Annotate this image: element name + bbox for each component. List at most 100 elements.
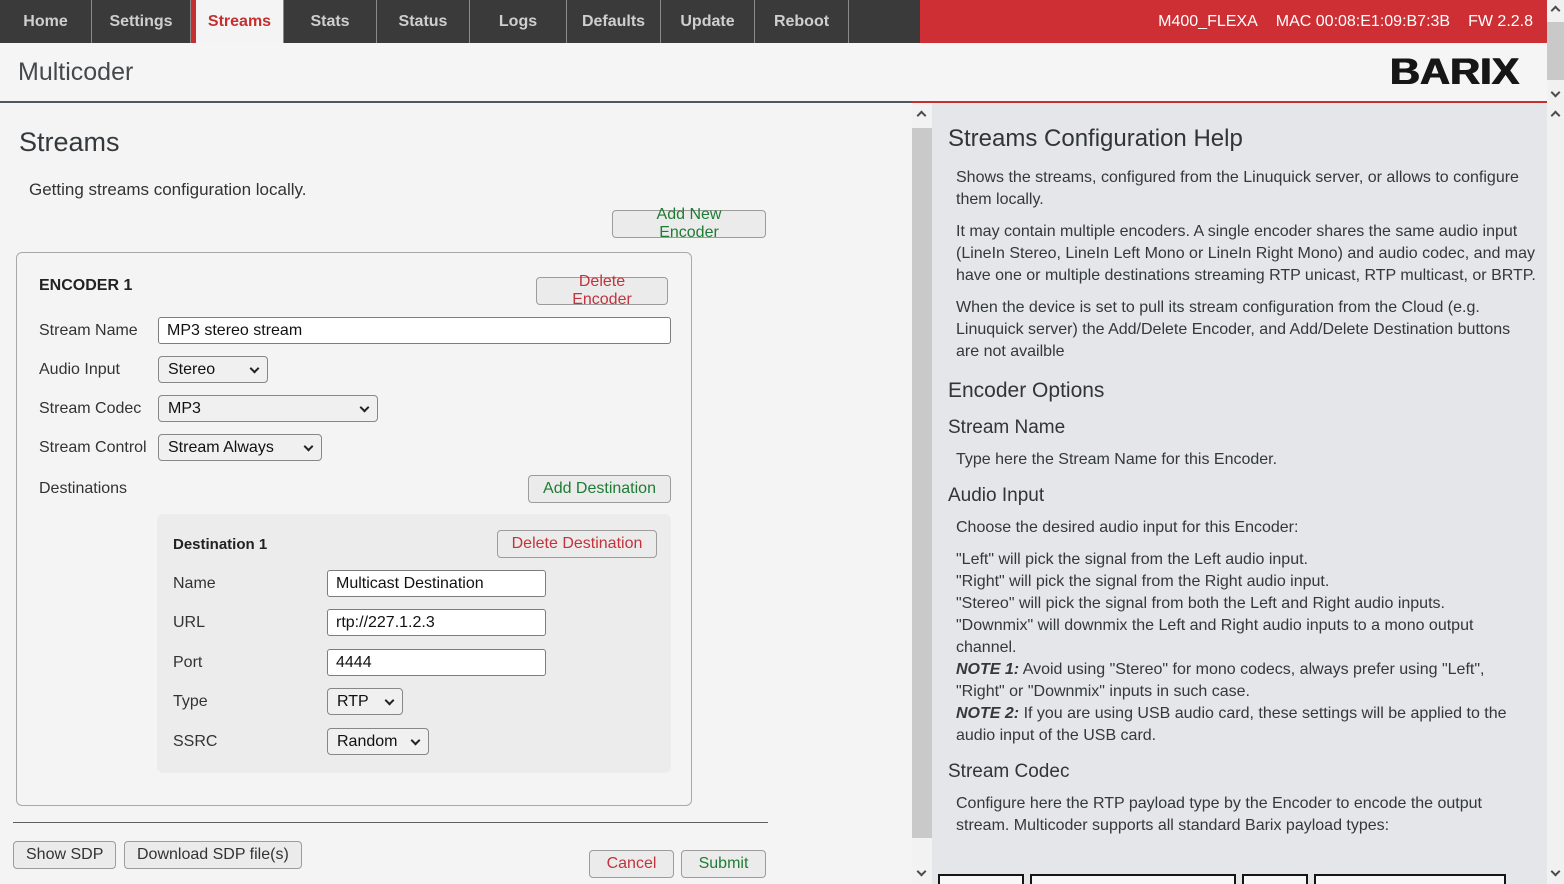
stream-codec-label: Stream Codec [39, 395, 141, 422]
destination-ssrc-value: Random [337, 733, 412, 751]
table-cell [1242, 874, 1308, 884]
show-sdp-button[interactable]: Show SDP [13, 841, 116, 869]
device-mac: MAC 00:08:E1:09:B7:3B [1276, 13, 1450, 31]
help-note-1: NOTE 1: Avoid using "Stereo" for mono co… [956, 659, 1537, 703]
help-encoder-options-heading: Encoder Options [948, 379, 1537, 403]
submit-button[interactable]: Submit [681, 850, 766, 878]
window-scrollbar-top[interactable] [1547, 0, 1564, 103]
section-title: Streams [19, 127, 120, 158]
help-audio-input-heading: Audio Input [948, 485, 1537, 507]
table-cell [938, 874, 1024, 884]
help-scrollbar[interactable] [912, 103, 932, 884]
destination-port-input[interactable] [327, 649, 546, 676]
window-scrollbar-bottom[interactable] [1547, 103, 1564, 884]
scroll-up-icon[interactable] [1551, 111, 1561, 121]
help-line: "Left" will pick the signal from the Lef… [956, 549, 1537, 571]
download-sdp-button[interactable]: Download SDP file(s) [124, 841, 302, 869]
delete-encoder-button[interactable]: Delete Encoder [536, 277, 668, 305]
device-firmware: FW 2.2.8 [1468, 13, 1533, 31]
chevron-down-icon [250, 363, 260, 373]
note-text: If you are using USB audio card, these s… [956, 705, 1507, 744]
destination-title: Destination 1 [173, 536, 267, 553]
destination-panel: Destination 1 Delete Destination Name UR… [157, 514, 671, 773]
nav-tab-reboot[interactable]: Reboot [755, 0, 849, 43]
barix-logo: BARIX [1390, 51, 1519, 92]
destination-type-label: Type [173, 688, 208, 715]
cancel-button[interactable]: Cancel [589, 850, 674, 878]
help-paragraph: Type here the Stream Name for this Encod… [956, 449, 1537, 471]
help-note-2: NOTE 2: If you are using USB audio card,… [956, 703, 1537, 747]
help-paragraph: Configure here the RTP payload type by t… [956, 793, 1537, 837]
destination-name-label: Name [173, 570, 216, 597]
encoder-title: ENCODER 1 [39, 277, 132, 295]
help-stream-name-heading: Stream Name [948, 417, 1537, 439]
scroll-up-icon[interactable] [1551, 6, 1561, 16]
add-destination-button[interactable]: Add Destination [528, 475, 671, 503]
audio-input-label: Audio Input [39, 356, 120, 383]
help-scrollbar-thumb[interactable] [912, 128, 932, 838]
stream-name-label: Stream Name [39, 317, 138, 344]
help-line: "Right" will pick the signal from the Ri… [956, 571, 1537, 593]
help-paragraph: Choose the desired audio input for this … [956, 517, 1537, 539]
stream-control-select[interactable]: Stream Always [158, 434, 322, 461]
add-new-encoder-button[interactable]: Add New Encoder [612, 210, 766, 238]
audio-input-select[interactable]: Stereo [158, 356, 268, 383]
help-line: "Downmix" will downmix the Left and Righ… [956, 615, 1537, 659]
chevron-down-icon [385, 695, 395, 705]
nav-tab-logs[interactable]: Logs [470, 0, 567, 43]
device-info-bar: M400_FLEXA MAC 00:08:E1:09:B7:3B FW 2.2.… [920, 0, 1547, 43]
destination-type-select[interactable]: RTP [327, 688, 403, 715]
device-name: M400_FLEXA [1158, 13, 1258, 31]
payload-types-table [938, 874, 1506, 884]
status-text: Getting streams configuration locally. [29, 180, 306, 200]
help-frame: Streams Configuration Help Shows the str… [912, 101, 1547, 884]
chevron-down-icon [304, 441, 314, 451]
scroll-down-icon[interactable] [917, 867, 927, 877]
scrollbar-thumb[interactable] [1547, 22, 1564, 80]
nav-tab-update[interactable]: Update [661, 0, 755, 43]
table-cell [1314, 874, 1506, 884]
destination-url-label: URL [173, 609, 205, 636]
destination-ssrc-select[interactable]: Random [327, 728, 429, 755]
note-prefix: NOTE 2: [956, 705, 1019, 722]
destination-url-input[interactable] [327, 609, 546, 636]
audio-input-value: Stereo [168, 361, 251, 379]
stream-name-input[interactable] [158, 317, 671, 344]
stream-codec-value: MP3 [168, 400, 361, 418]
nav-filler [849, 0, 920, 43]
top-nav: Home Settings Streams Stats Status Logs … [0, 0, 1547, 43]
help-paragraph: It may contain multiple encoders. A sing… [956, 221, 1537, 287]
destination-name-input[interactable] [327, 570, 546, 597]
nav-tab-defaults[interactable]: Defaults [567, 0, 661, 43]
destination-port-label: Port [173, 649, 202, 676]
encoder-panel: ENCODER 1 Delete Encoder Stream Name Aud… [16, 252, 692, 806]
nav-tab-home[interactable]: Home [0, 0, 92, 43]
page-title: Multicoder [18, 58, 133, 87]
help-title: Streams Configuration Help [948, 125, 1537, 153]
help-paragraph: Shows the streams, configured from the L… [956, 167, 1537, 211]
footer-divider [13, 822, 768, 823]
page-header: Multicoder BARIX [0, 43, 1547, 101]
nav-tab-streams[interactable]: Streams [196, 0, 284, 43]
stream-control-value: Stream Always [168, 439, 305, 457]
help-audio-input-details: "Left" will pick the signal from the Lef… [956, 549, 1537, 747]
nav-tab-status[interactable]: Status [377, 0, 470, 43]
help-paragraph: When the device is set to pull its strea… [956, 297, 1537, 363]
delete-destination-button[interactable]: Delete Destination [497, 530, 657, 558]
destinations-label: Destinations [39, 475, 127, 502]
main-content-frame: Streams Getting streams configuration lo… [0, 103, 912, 884]
nav-tab-stats[interactable]: Stats [284, 0, 377, 43]
help-content: Streams Configuration Help Shows the str… [932, 103, 1547, 884]
note-prefix: NOTE 1: [956, 661, 1019, 678]
chevron-down-icon [411, 735, 421, 745]
stream-control-label: Stream Control [39, 434, 147, 461]
destination-ssrc-label: SSRC [173, 728, 217, 755]
table-cell [1030, 874, 1236, 884]
stream-codec-select[interactable]: MP3 [158, 395, 378, 422]
scroll-down-icon[interactable] [1551, 867, 1561, 877]
scroll-up-icon[interactable] [917, 111, 927, 121]
nav-tab-settings[interactable]: Settings [92, 0, 191, 43]
scroll-down-icon[interactable] [1551, 88, 1561, 98]
destination-type-value: RTP [337, 693, 386, 711]
note-text: Avoid using "Stereo" for mono codecs, al… [956, 661, 1484, 700]
